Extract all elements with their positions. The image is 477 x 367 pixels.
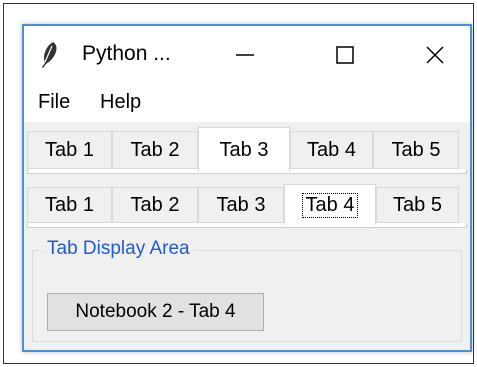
maximize-button[interactable] xyxy=(310,26,380,84)
notebook-2-tab-row: Tab 1 Tab 2 Tab 3 Tab 4 Tab 5 xyxy=(27,184,467,225)
notebook-1-tab-4[interactable]: Tab 4 xyxy=(290,131,373,169)
app-window: Python ... File Help Tab 1 Tab 2 Tab 3 T… xyxy=(22,24,472,352)
menu-bar: File Help xyxy=(24,84,470,122)
notebook-2-tab-3[interactable]: Tab 3 xyxy=(198,187,284,223)
notebook-2-tab-1[interactable]: Tab 1 xyxy=(27,187,112,223)
screenshot-canvas: Python ... File Help Tab 1 Tab 2 Tab 3 T… xyxy=(0,0,477,367)
notebook-1-tab-2[interactable]: Tab 2 xyxy=(112,131,198,169)
notebook-1-tab-3[interactable]: Tab 3 xyxy=(198,127,290,172)
notebook-1-tab-1[interactable]: Tab 1 xyxy=(27,131,112,169)
notebook-1-tab-row: Tab 1 Tab 2 Tab 3 Tab 4 Tab 5 xyxy=(27,127,467,172)
close-button[interactable] xyxy=(400,26,470,84)
notebook-2-tab-4[interactable]: Tab 4 xyxy=(284,184,376,225)
notebook-2: Tab 1 Tab 2 Tab 3 Tab 4 Tab 5 xyxy=(24,178,470,230)
notebook-2-tab-5[interactable]: Tab 5 xyxy=(376,187,459,223)
notebook-2-tab-2[interactable]: Tab 2 xyxy=(112,187,198,223)
minimize-button[interactable] xyxy=(210,26,280,84)
menu-help[interactable]: Help xyxy=(100,91,141,114)
notebook-tab-button[interactable]: Notebook 2 - Tab 4 xyxy=(47,293,264,331)
window-title: Python ... xyxy=(82,42,171,65)
notebook-2-tab-4-label: Tab 4 xyxy=(301,192,359,218)
maximize-icon xyxy=(336,46,354,64)
notebook-1-tab-5[interactable]: Tab 5 xyxy=(373,131,459,169)
notebook-1: Tab 1 Tab 2 Tab 3 Tab 4 Tab 5 xyxy=(24,122,470,178)
minimize-icon xyxy=(236,54,254,56)
close-icon xyxy=(426,46,444,64)
tab-display-frame: Tab Display Area Notebook 2 - Tab 4 xyxy=(32,238,462,342)
feather-icon xyxy=(42,42,57,68)
menu-file[interactable]: File xyxy=(38,91,70,114)
title-bar[interactable]: Python ... xyxy=(24,26,470,84)
tab-display-label: Tab Display Area xyxy=(43,238,194,260)
notebook-2-pane xyxy=(27,223,467,228)
